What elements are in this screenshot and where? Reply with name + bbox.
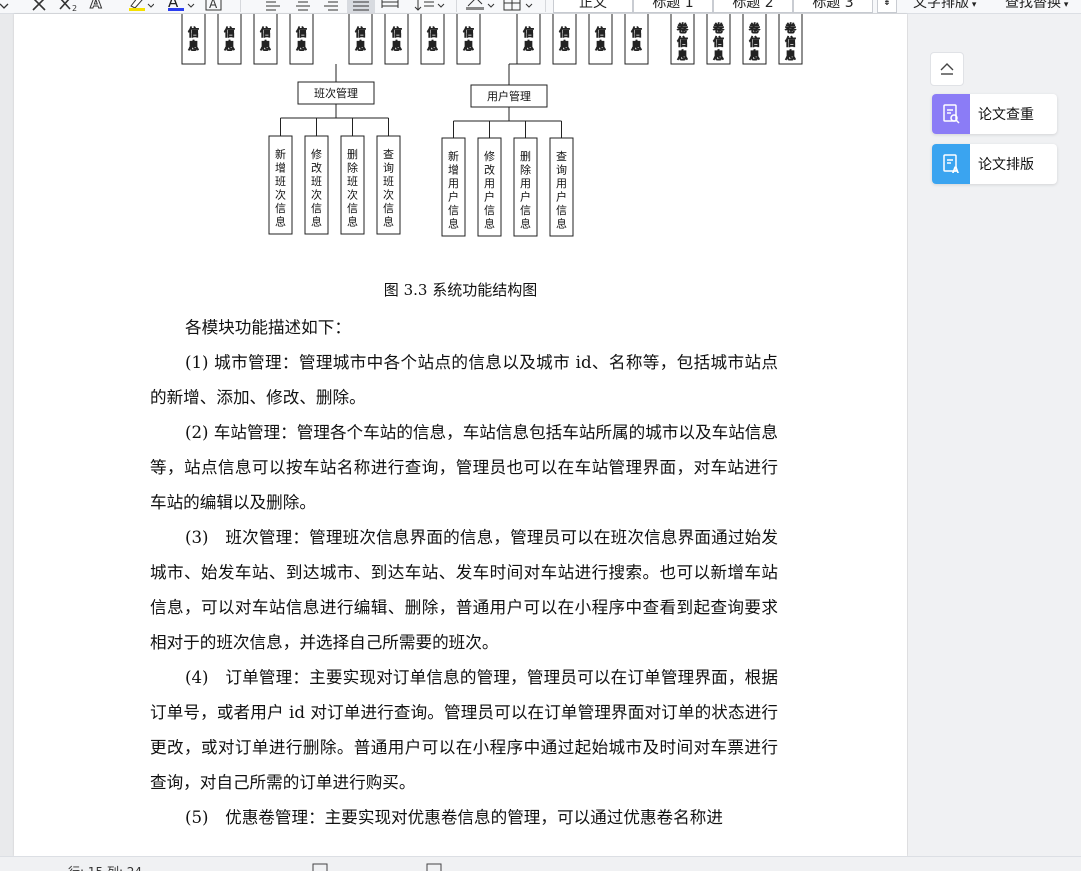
style-heading-2[interactable]: 标题 2 xyxy=(713,0,793,13)
font-color-icon[interactable]: A xyxy=(166,0,196,12)
style-heading-1[interactable]: 标题 1 xyxy=(633,0,713,13)
status-bar: 行: 15 列: 24 xyxy=(0,856,1081,871)
style-normal[interactable]: 正文 xyxy=(553,0,633,13)
align-left-icon[interactable] xyxy=(264,0,282,12)
sub-function-label: 新增班次信息 xyxy=(275,147,286,229)
document-area[interactable]: 信息 信息 信息 信息 信息 信息 信息 信息 信息 信息 信息 信息 卷信息 卷信息 卷信息 卷信息 班次管… xyxy=(0,14,908,856)
top-function-label: 信息 xyxy=(559,26,570,53)
sub-function-label: 新增用户信息 xyxy=(448,149,459,231)
top-function-label: 信息 xyxy=(523,26,534,53)
style-normal-label: 正文 xyxy=(579,0,607,11)
paper-layout-button[interactable]: A 论文排版 xyxy=(932,144,1057,184)
top-function-label: 信息 xyxy=(188,26,199,53)
font-size-dropdown-icon[interactable] xyxy=(0,0,12,12)
svg-text:A: A xyxy=(952,166,959,175)
subscript-icon[interactable]: 2 xyxy=(58,0,80,12)
find-replace-button[interactable]: 查找替换 ▾ xyxy=(1005,0,1068,12)
function-structure-diagram: 信息信息信息信息信息信息信息信息信息信息信息信息卷信息卷信息卷信息卷信息 班次管… xyxy=(181,14,803,237)
collapse-panel-button[interactable] xyxy=(930,52,964,86)
highlight-icon[interactable] xyxy=(126,0,154,12)
sub-function-label: 删除用户信息 xyxy=(520,150,531,231)
top-function-label: 信息 xyxy=(595,26,606,53)
style-heading-3[interactable]: 标题 3 xyxy=(793,0,873,13)
paragraph-city-management: (1) 城市管理：管理城市中各个站点的信息以及城市 id、名称等，包括城市站点的… xyxy=(150,353,778,407)
sub-function-label: 删除班次信息 xyxy=(347,148,358,229)
sub-function-label: 修改用户信息 xyxy=(484,149,495,231)
paragraph-coupon-management: (5) 优惠卷管理：主要实现对优惠卷信息的管理，可以通过优惠卷名称进 xyxy=(185,808,723,827)
top-function-label: 信息 xyxy=(427,26,438,53)
borders-icon[interactable] xyxy=(502,0,536,12)
style-heading-1-label: 标题 1 xyxy=(652,0,694,11)
top-function-label: 信息 xyxy=(463,26,474,53)
paragraph-intro: 各模块功能描述如下： xyxy=(185,318,351,337)
sub-function-label: 查询用户信息 xyxy=(556,149,567,231)
shading-icon[interactable] xyxy=(464,0,496,12)
styles-more-icon[interactable]: ⇟ xyxy=(877,0,897,13)
text-layout-button[interactable]: 文字排版 ▾ xyxy=(913,0,976,12)
top-function-label: 信息 xyxy=(224,26,235,53)
char-border-icon[interactable]: A xyxy=(204,0,224,12)
clear-format-icon[interactable] xyxy=(30,0,48,12)
top-function-label: 信息 xyxy=(296,26,307,53)
top-function-label: 信息 xyxy=(355,26,366,53)
svg-text:2: 2 xyxy=(72,4,77,12)
sub-function-label: 查询班次信息 xyxy=(383,147,394,229)
chevron-down-icon: ▾ xyxy=(1061,0,1069,10)
top-function-label: 卷信息 xyxy=(677,21,688,62)
top-function-label: 卷信息 xyxy=(713,21,724,62)
text-effect-icon[interactable]: A xyxy=(88,0,110,12)
module-label: 班次管理 xyxy=(314,86,358,100)
paper-layout-icon: A xyxy=(932,144,970,184)
svg-text:A: A xyxy=(90,0,102,12)
align-justify-icon[interactable] xyxy=(347,0,375,13)
document-page[interactable]: 信息 信息 信息 信息 信息 信息 信息 信息 信息 信息 信息 信息 卷信息 卷信息 卷信息 卷信息 班次管… xyxy=(14,14,907,856)
line-spacing-icon[interactable] xyxy=(414,0,446,12)
top-function-label: 信息 xyxy=(631,26,642,53)
top-function-label: 信息 xyxy=(391,26,402,53)
align-center-icon[interactable] xyxy=(294,0,312,12)
distributed-align-icon[interactable] xyxy=(380,0,400,12)
eject-icon xyxy=(940,63,954,75)
side-panel: 论文查重 A 论文排版 xyxy=(908,14,1081,856)
style-heading-3-label: 标题 3 xyxy=(812,0,854,11)
svg-text:A: A xyxy=(209,0,218,11)
find-replace-label: 查找替换 xyxy=(1005,0,1061,11)
paragraph-order-management: (4) 订单管理：主要实现对订单信息的管理，管理员可以在订单管理界面，根据订单号… xyxy=(150,668,778,792)
figure-caption: 图 3.3 系统功能结构图 xyxy=(383,281,538,299)
text-layout-label: 文字排版 xyxy=(913,0,969,11)
style-heading-2-label: 标题 2 xyxy=(732,0,774,11)
paper-check-button[interactable]: 论文查重 xyxy=(932,94,1057,134)
paragraph-station-management: (2) 车站管理：管理各个车站的信息，车站信息包括车站所属的城市以及车站信息等，… xyxy=(150,423,778,512)
chevron-down-icon: ▾ xyxy=(969,0,977,10)
align-right-icon[interactable] xyxy=(322,0,340,12)
top-function-label: 卷信息 xyxy=(749,21,760,62)
paper-layout-label: 论文排版 xyxy=(978,157,1034,173)
paragraph-shift-management: (3) 班次管理：管理班次信息界面的信息，管理员可以在班次信息界面通过始发城市、… xyxy=(150,528,778,652)
top-function-label: 信息 xyxy=(260,26,271,53)
module-label: 用户管理 xyxy=(487,89,531,103)
top-function-label: 卷信息 xyxy=(785,21,796,62)
sub-function-label: 修改班次信息 xyxy=(311,147,322,229)
ribbon-toolbar: 2 A A A 正文 标题 1 标题 2 标题 3 ⇟ 文字排版 ▾ 查找替换 … xyxy=(0,0,1081,14)
paper-check-icon xyxy=(932,94,970,134)
paper-check-label: 论文查重 xyxy=(978,107,1034,123)
